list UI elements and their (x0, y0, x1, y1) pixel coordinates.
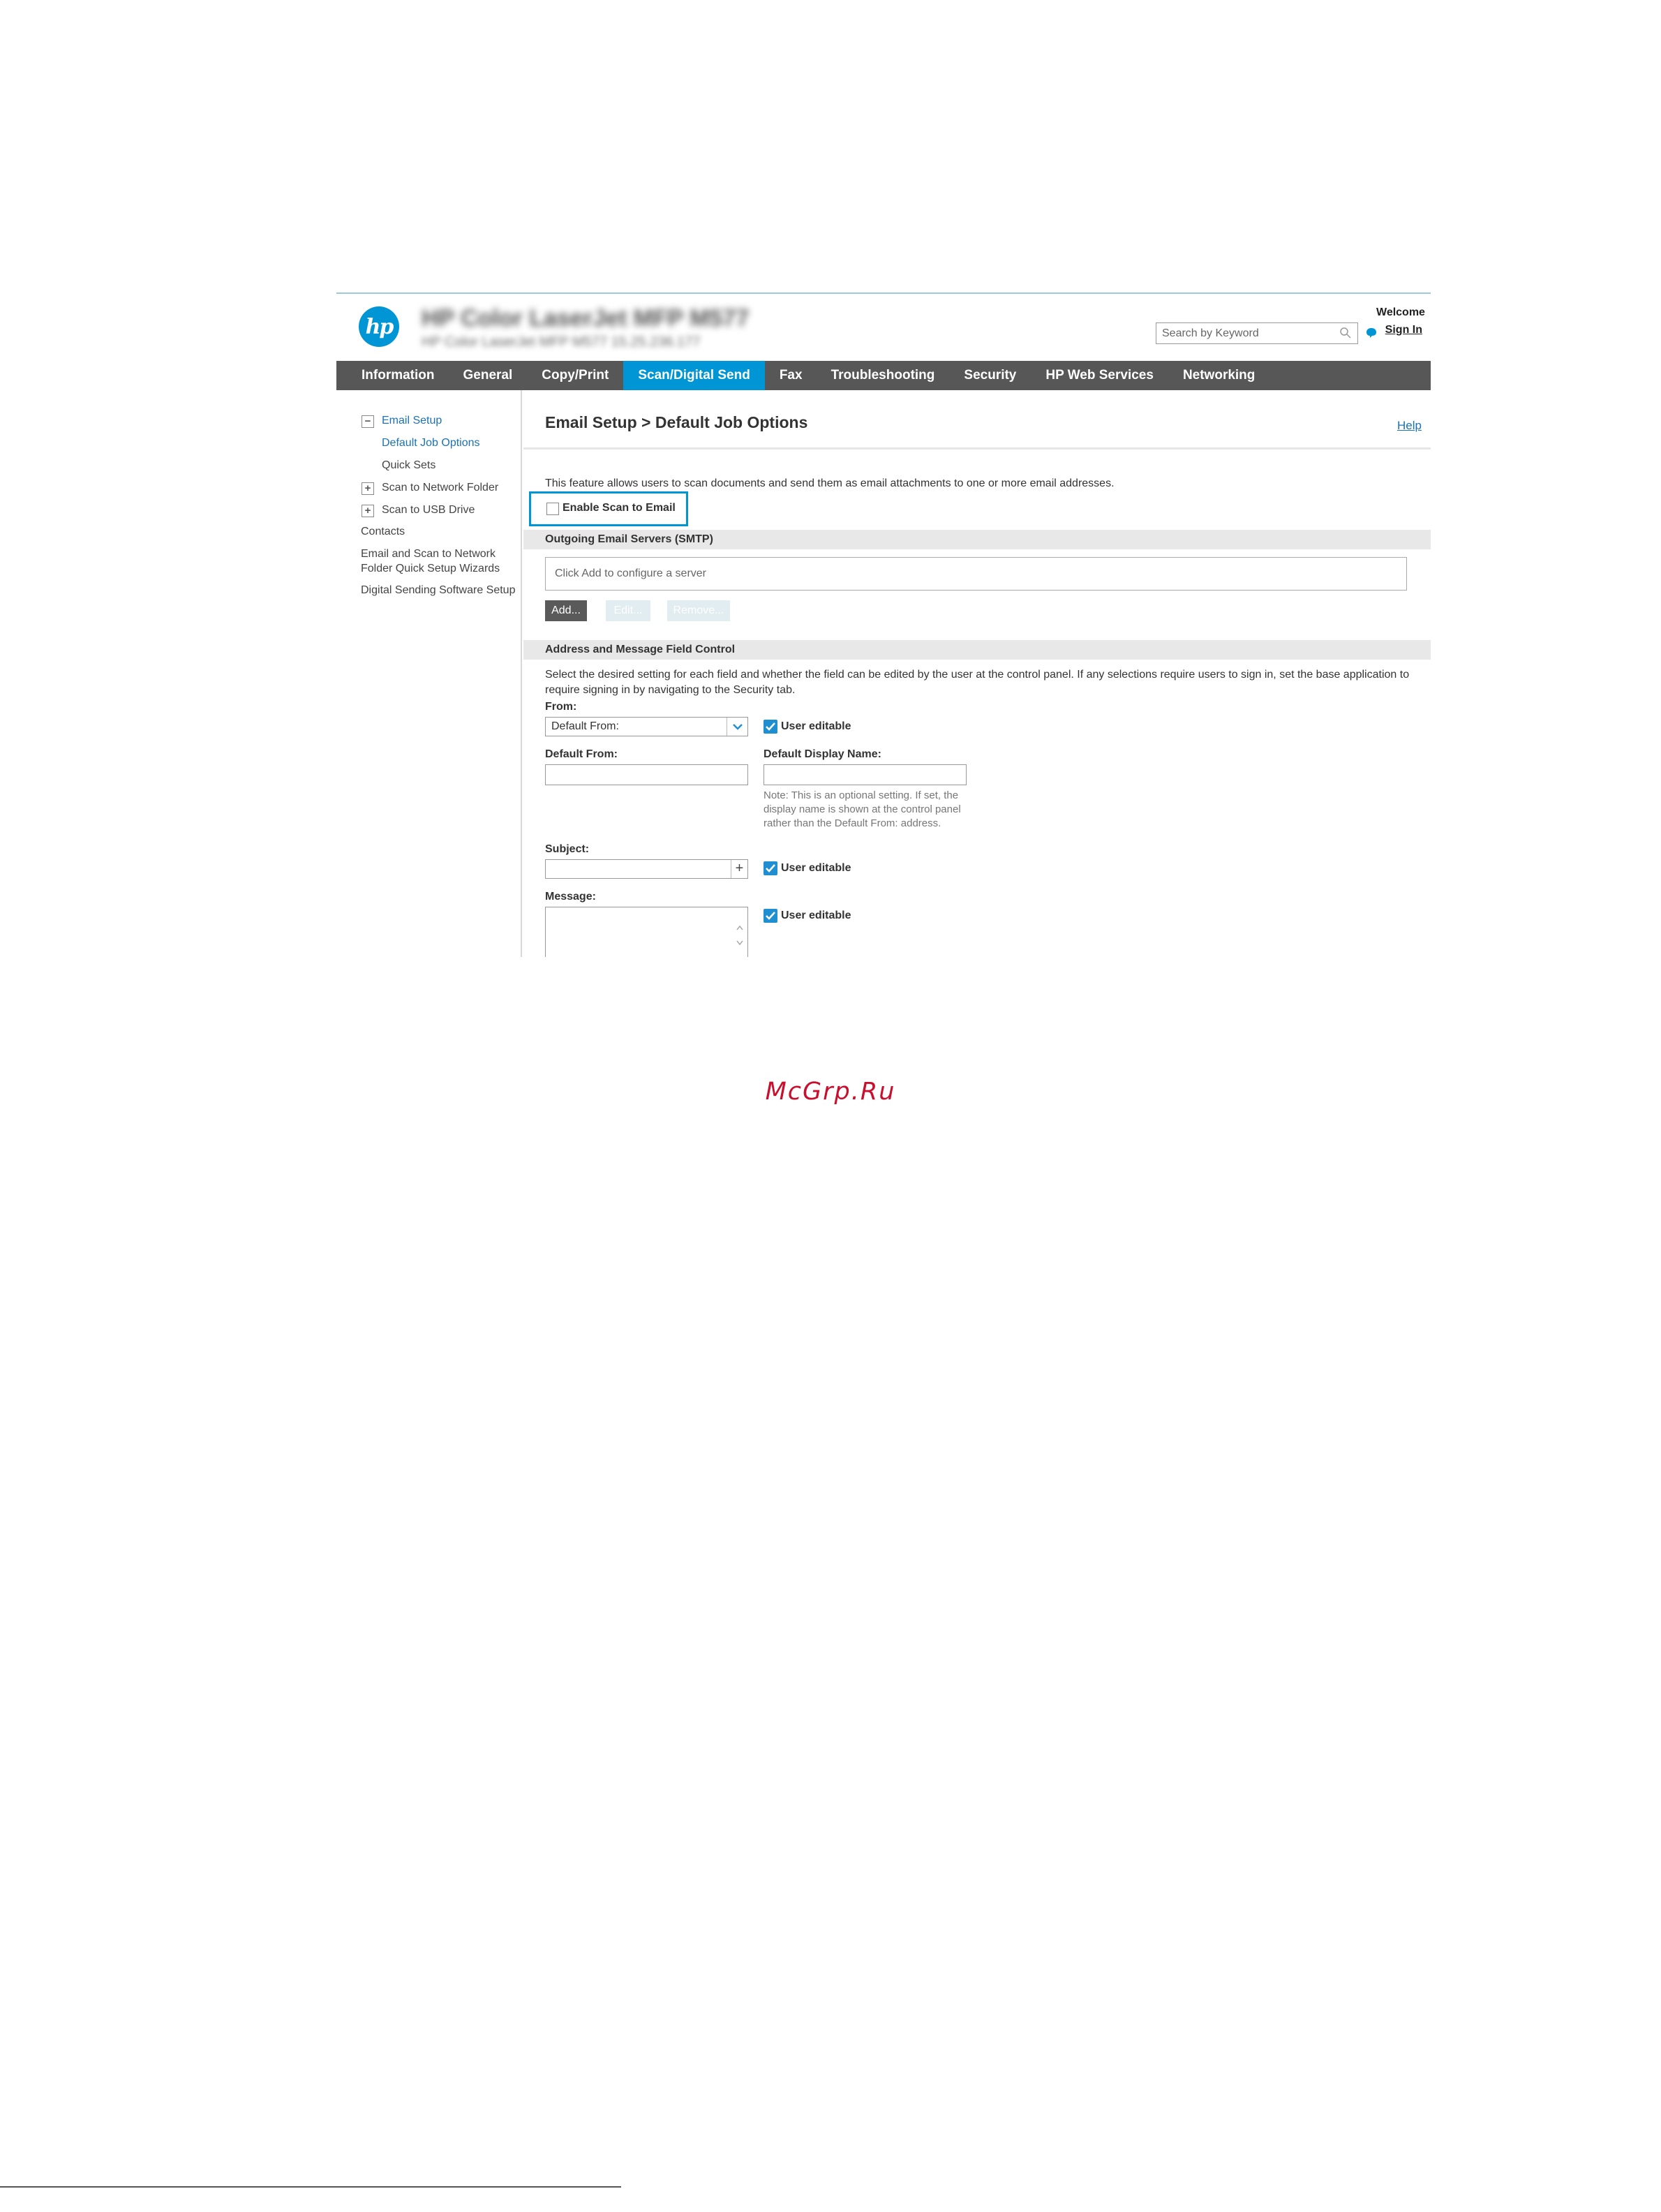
edit-button[interactable]: Edit... (606, 600, 650, 621)
default-display-name-input[interactable] (764, 764, 967, 785)
tab-general[interactable]: General (449, 361, 528, 390)
tab-scan-digital-send[interactable]: Scan/Digital Send (623, 361, 765, 390)
server-placeholder: Click Add to configure a server (555, 567, 706, 579)
sidebar-item-default-job-options[interactable]: Default Job Options (382, 437, 480, 450)
tab-networking[interactable]: Networking (1168, 361, 1269, 390)
message-user-editable-label: User editable (781, 910, 851, 921)
sidebar-item-quick-sets[interactable]: Quick Sets (382, 459, 435, 472)
scroll-arrows-icon[interactable] (733, 914, 746, 956)
sidebar-item-digital-sending-software-setup[interactable]: Digital Sending Software Setup (361, 584, 515, 597)
display-name-note: Note: This is an optional setting. If se… (764, 789, 961, 829)
enable-scan-to-email-label[interactable]: Enable Scan to Email (563, 502, 676, 514)
hp-logo: hp (359, 306, 399, 347)
tab-copy-print[interactable]: Copy/Print (527, 361, 623, 390)
message-user-editable-checkbox[interactable] (764, 909, 777, 923)
sidebar-item-scan-to-usb-drive[interactable]: Scan to USB Drive (382, 504, 475, 517)
from-user-editable-label: User editable (781, 720, 851, 732)
sidebar-item-email-setup[interactable]: Email Setup (382, 415, 442, 427)
main-nav: Information General Copy/Print Scan/Digi… (336, 361, 1431, 390)
search-icon[interactable] (1339, 327, 1352, 339)
welcome-text: Welcome (1376, 306, 1425, 318)
tab-fax[interactable]: Fax (765, 361, 817, 390)
message-label: Message: (545, 891, 596, 903)
sign-in-icon (1366, 328, 1376, 338)
smtp-heading: Outgoing Email Servers (SMTP) (545, 533, 713, 545)
expand-icon[interactable]: + (362, 505, 374, 517)
default-from-label: Default From: (545, 748, 618, 760)
subject-user-editable-label: User editable (781, 862, 851, 874)
product-title: HP Color LaserJet MFP M577 (422, 305, 750, 332)
subject-input[interactable]: + (545, 859, 748, 879)
sign-in-link[interactable]: Sign In (1383, 324, 1422, 336)
chevron-down-icon[interactable] (727, 718, 747, 736)
from-label: From: (545, 701, 577, 713)
address-heading: Address and Message Field Control (545, 644, 736, 655)
logo-text: hp (365, 314, 394, 339)
enable-scan-to-email-checkbox[interactable] (546, 503, 559, 515)
top-rule (336, 292, 1431, 294)
subject-label: Subject: (545, 843, 590, 855)
sidebar-item-scan-to-network-folder[interactable]: Scan to Network Folder (382, 482, 498, 494)
address-section-header: Address and Message Field Control (523, 640, 1431, 660)
sidebar-item-contacts[interactable]: Contacts (361, 526, 405, 538)
message-textarea[interactable] (545, 907, 748, 957)
default-from-input[interactable] (545, 764, 748, 785)
tab-troubleshooting[interactable]: Troubleshooting (817, 361, 950, 390)
feature-description: This feature allows users to scan docume… (545, 477, 1115, 489)
sidebar-item-quick-setup-wizards[interactable]: Email and Scan to Network (361, 548, 496, 561)
page-title: Email Setup > Default Job Options (545, 413, 808, 431)
expand-icon[interactable]: + (362, 482, 374, 495)
address-description: Select the desired setting for each fiel… (545, 669, 1410, 696)
sidebar-divider (521, 390, 522, 957)
sidebar-item-quick-setup-wizards-line2[interactable]: Folder Quick Setup Wizards (361, 563, 500, 575)
default-display-name-label: Default Display Name: (764, 748, 881, 760)
plus-icon[interactable]: + (731, 860, 747, 878)
search-input[interactable] (1156, 323, 1331, 343)
server-list[interactable]: Click Add to configure a server (545, 557, 1407, 591)
tab-hp-web-services[interactable]: HP Web Services (1031, 361, 1168, 390)
embedded-web-server-screenshot: hp HP Color LaserJet MFP M577 HP Color L… (336, 292, 1431, 957)
title-divider (523, 447, 1431, 450)
product-subtitle: HP Color LaserJet MFP M577 15.25.236.177 (422, 334, 701, 350)
smtp-section-header: Outgoing Email Servers (SMTP) (523, 530, 1431, 549)
from-user-editable-checkbox[interactable] (764, 720, 777, 734)
remove-button[interactable]: Remove... (667, 600, 730, 621)
add-button[interactable]: Add... (545, 600, 587, 621)
subject-user-editable-checkbox[interactable] (764, 861, 777, 875)
from-select-value: Default From: (551, 720, 619, 732)
watermark: McGrp.Ru (765, 1078, 896, 1106)
search-box[interactable] (1156, 322, 1358, 344)
from-select[interactable]: Default From: (545, 717, 748, 736)
collapse-icon[interactable]: − (362, 415, 374, 428)
page-bottom-rule (0, 2186, 621, 2188)
tab-information[interactable]: Information (336, 361, 449, 390)
help-link[interactable]: Help (1397, 419, 1422, 433)
tab-security[interactable]: Security (949, 361, 1031, 390)
